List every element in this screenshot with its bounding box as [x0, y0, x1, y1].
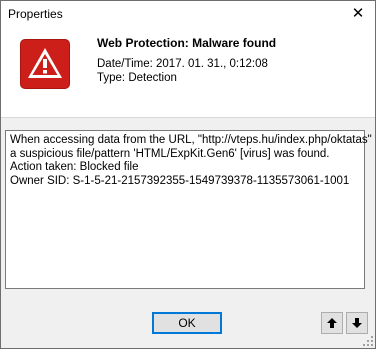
details-line-url: When accessing data from the URL, "http:… — [10, 134, 372, 146]
detection-headline: Web Protection: Malware found — [97, 36, 277, 50]
detection-datetime: Date/Time: 2017. 01. 31., 0:12:08 — [97, 58, 268, 70]
details-text-box[interactable]: When accessing data from the URL, "http:… — [5, 130, 372, 289]
ok-button[interactable]: OK — [152, 312, 222, 334]
details-line-action: Action taken: Blocked file — [10, 161, 139, 173]
title-bar: Properties ✕ — [1, 1, 375, 29]
resize-grip-icon[interactable] — [363, 336, 373, 346]
detection-type: Type: Detection — [97, 72, 177, 84]
warning-icon — [20, 39, 70, 89]
details-line-pattern: a suspicious file/pattern 'HTML/ExpKit.G… — [10, 147, 330, 160]
next-button[interactable] — [346, 312, 368, 334]
arrow-down-icon — [352, 318, 362, 328]
previous-button[interactable] — [321, 312, 343, 334]
close-icon: ✕ — [351, 5, 365, 22]
close-button[interactable]: ✕ — [345, 2, 371, 26]
properties-dialog: Properties ✕ Web Protection: Malware fou… — [0, 0, 376, 349]
detection-header: Web Protection: Malware found Date/Time:… — [1, 29, 375, 118]
details-line-owner-sid: Owner SID: S-1-5-21-2157392355-154973937… — [10, 174, 350, 187]
arrow-up-icon — [327, 318, 337, 328]
window-title: Properties — [8, 7, 63, 21]
